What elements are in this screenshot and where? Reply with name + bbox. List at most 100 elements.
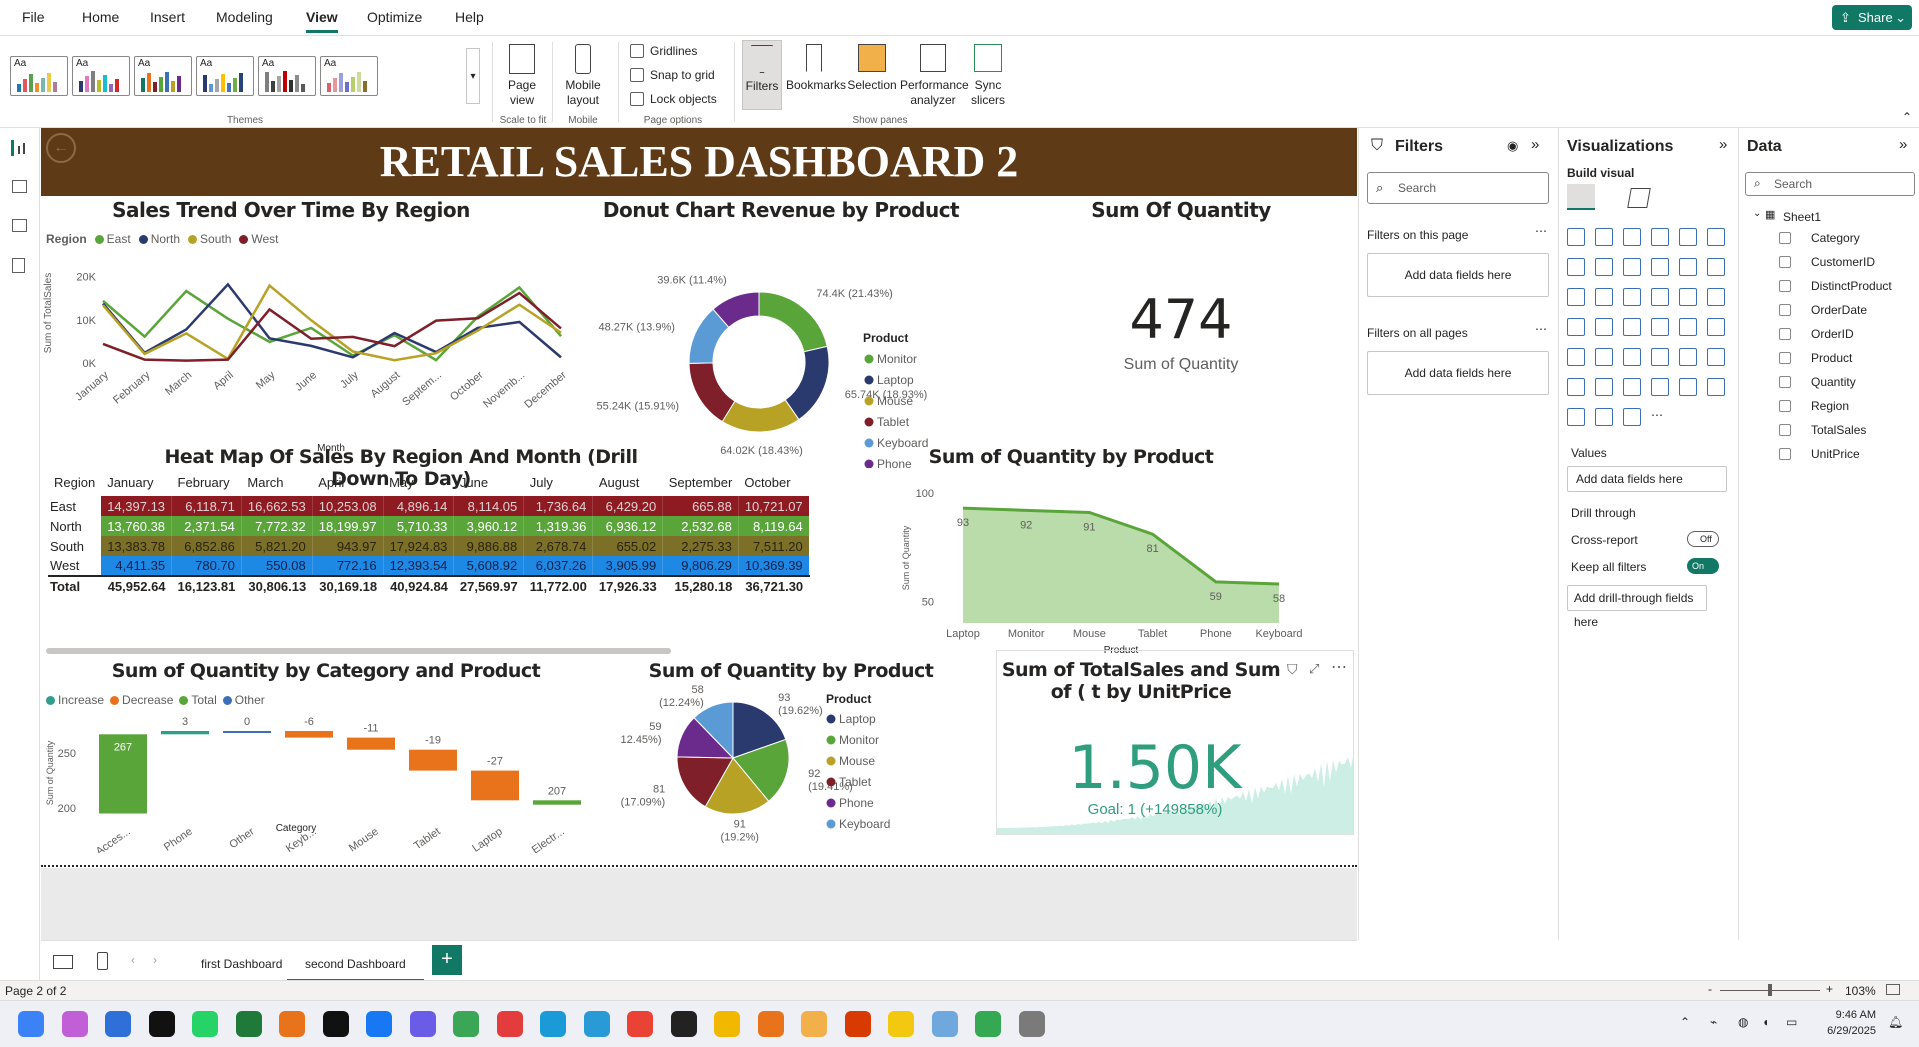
column-header[interactable]: September [663, 468, 739, 496]
table-view-icon[interactable] [12, 180, 27, 193]
focus-mode-icon[interactable]: ⤢ [1309, 661, 1319, 677]
visual-type-icon[interactable] [1707, 288, 1725, 306]
column-header[interactable]: January [101, 468, 171, 496]
legend-item-south[interactable]: South [188, 232, 231, 246]
filters-pane-button[interactable]: Filters [742, 40, 782, 110]
selection-pane-button[interactable]: Selection [845, 44, 899, 93]
field-checkbox[interactable] [1779, 352, 1791, 364]
field-region[interactable]: Region [1811, 399, 1849, 413]
share-button[interactable]: ⇪ Share ⌄ [1832, 5, 1912, 30]
data-search-input[interactable]: ⌕ Search [1745, 172, 1915, 196]
values-drop-zone[interactable]: Add data fields here [1567, 466, 1727, 492]
collapse-pane-icon[interactable]: » [1719, 136, 1727, 153]
visual-type-icon[interactable] [1595, 348, 1613, 366]
add-page-button[interactable]: + [432, 945, 462, 975]
table-row[interactable]: North 13,760.38 2,371.54 7,772.32 18,199.97 5… [48, 516, 810, 536]
column-header[interactable]: June [454, 468, 524, 496]
filters-search-input[interactable]: ⌕ Search [1367, 172, 1549, 204]
visual-type-icon[interactable] [1707, 318, 1725, 336]
taskbar-app-icon[interactable] [583, 1011, 610, 1037]
visual-type-icon[interactable] [1567, 288, 1585, 306]
field-checkbox[interactable] [1779, 376, 1791, 388]
next-page-icon[interactable]: › [153, 953, 157, 967]
taskbar-app-icon[interactable] [148, 1011, 175, 1037]
lock-objects-checkbox[interactable]: Lock objects [630, 92, 717, 106]
menu-modeling[interactable]: Modeling [216, 9, 273, 25]
menu-insert[interactable]: Insert [150, 9, 185, 25]
chevron-up-icon[interactable]: ⌃ [1680, 1015, 1690, 1029]
donut-chart[interactable]: 74.4K (21.43%)65.74K (18.93%)64.02K (18.… [581, 228, 971, 468]
taskbar-app-icon[interactable] [627, 1011, 653, 1037]
fit-page-icon[interactable] [1886, 984, 1900, 995]
filters-all-drop-zone[interactable]: Add data fields here [1367, 351, 1549, 395]
collapse-ribbon-icon[interactable]: ⌃ [1902, 110, 1912, 124]
waterfall-chart[interactable]: 250 200Sum of Quantity 267 Acces... 3 Phone 0 O… [41, 703, 611, 853]
column-header[interactable]: April [312, 468, 383, 496]
snap-to-grid-checkbox[interactable]: Snap to grid [630, 68, 715, 82]
performance-analyzer-button[interactable]: Performance analyzer [900, 44, 969, 108]
table-row[interactable]: West 4,411.35 780.70 550.08 772.16 12,393.54 5… [48, 556, 810, 576]
mobile-view-icon[interactable] [97, 952, 108, 970]
visual-type-icon[interactable] [1595, 378, 1613, 396]
column-header[interactable]: July [524, 468, 593, 496]
mobile-layout-button[interactable]: Mobile layout [558, 44, 608, 108]
field-product[interactable]: Product [1811, 351, 1852, 365]
visual-type-icon[interactable] [1651, 258, 1669, 276]
column-header[interactable]: October [738, 468, 809, 496]
taskbar-app-icon[interactable] [322, 1011, 349, 1037]
chevron-down-icon[interactable]: ⌄ [1753, 208, 1761, 219]
desktop-view-icon[interactable] [53, 955, 73, 969]
filters-page-drop-zone[interactable]: Add data fields here [1367, 253, 1549, 297]
visual-type-icon[interactable] [1707, 378, 1725, 396]
horizontal-scrollbar[interactable] [46, 648, 671, 654]
column-header[interactable]: May [383, 468, 454, 496]
field-customerid[interactable]: CustomerID [1811, 255, 1875, 269]
report-view-icon[interactable] [11, 140, 27, 156]
visual-type-icon[interactable] [1707, 348, 1725, 366]
theme-swatch[interactable]: Aa [10, 56, 68, 96]
taskbar-app-icon[interactable] [409, 1011, 436, 1037]
visual-type-icon[interactable] [1679, 228, 1697, 246]
field-orderdate[interactable]: OrderDate [1811, 303, 1867, 317]
network-icon[interactable]: ⌁ [1710, 1015, 1717, 1029]
field-quantity[interactable]: Quantity [1811, 375, 1856, 389]
visual-type-icon[interactable] [1623, 258, 1641, 276]
sync-slicers-button[interactable]: Sync slicers [966, 44, 1010, 108]
visual-type-icon[interactable] [1567, 258, 1585, 276]
field-unitprice[interactable]: UnitPrice [1811, 447, 1860, 461]
visual-type-icon[interactable] [1679, 348, 1697, 366]
field-checkbox[interactable] [1779, 400, 1791, 412]
visual-type-icon[interactable] [1651, 228, 1669, 246]
more-options-icon[interactable]: ⋯ [1535, 322, 1547, 336]
more-options-icon[interactable]: ⋯ [1331, 657, 1347, 677]
field-checkbox[interactable] [1779, 424, 1791, 436]
more-options-icon[interactable]: ⋯ [1535, 224, 1547, 238]
visual-type-icon[interactable] [1651, 318, 1669, 336]
zoom-slider[interactable] [1720, 984, 1820, 996]
drill-through-drop-zone[interactable]: Add drill-through fields here [1567, 585, 1707, 629]
field-orderid[interactable]: OrderID [1811, 327, 1854, 341]
line-chart[interactable]: 20K 10K 0K Sum of TotalSales January February… [41, 248, 601, 458]
field-checkbox[interactable] [1779, 328, 1791, 340]
column-header[interactable]: August [593, 468, 663, 496]
field-totalsales[interactable]: TotalSales [1811, 423, 1866, 437]
visual-type-icon[interactable] [1567, 318, 1585, 336]
visual-type-icon[interactable] [1567, 408, 1585, 426]
visual-type-icon[interactable] [1595, 408, 1613, 426]
visual-type-icon[interactable] [1595, 228, 1613, 246]
field-distinctproduct[interactable]: DistinctProduct [1811, 279, 1892, 293]
dax-query-icon[interactable] [12, 258, 25, 273]
visual-type-icon[interactable] [1679, 378, 1697, 396]
visual-type-icon[interactable] [1595, 318, 1613, 336]
theme-swatch[interactable]: Aa [196, 56, 254, 96]
taskbar-app-icon[interactable] [975, 1011, 1001, 1037]
zoom-out-button[interactable]: - [1708, 982, 1712, 996]
field-checkbox[interactable] [1779, 304, 1791, 316]
theme-swatch[interactable]: Aa [258, 56, 316, 96]
menu-view[interactable]: View [306, 9, 338, 33]
prev-page-icon[interactable]: ‹ [131, 953, 135, 967]
zoom-in-button[interactable]: + [1826, 982, 1833, 996]
volume-icon[interactable]: ◖ [1762, 1015, 1769, 1029]
taskbar-app-icon[interactable] [18, 1011, 44, 1037]
data-table-sheet1[interactable]: Sheet1 [1783, 210, 1821, 224]
